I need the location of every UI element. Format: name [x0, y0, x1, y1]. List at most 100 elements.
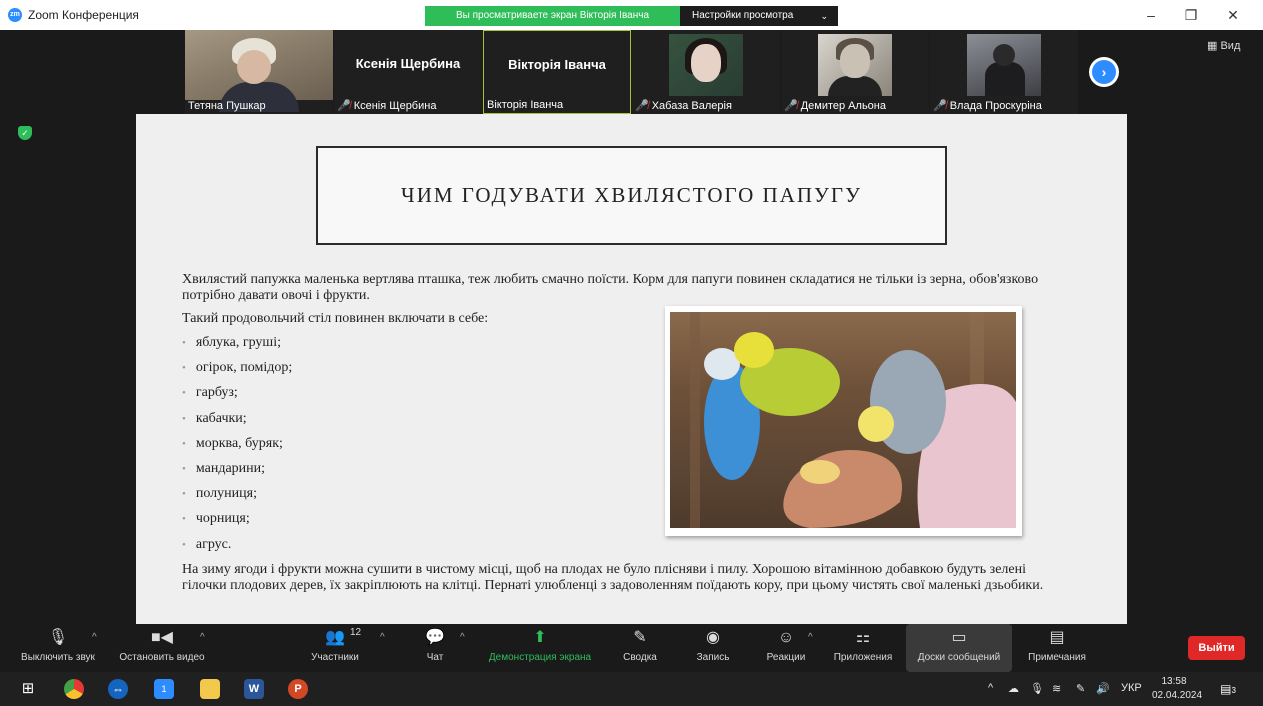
participant-tile[interactable]: Ксенія Щербина 🎤̸ Ксенія Щербина	[334, 30, 482, 114]
windows-taskbar: ⊞ ⇔ 1 W P ^ ☁ 🎙 ≋ ✎ 🔊 УКР 13:58 02.04.20…	[0, 672, 1263, 706]
zoom-logo-icon: zm	[8, 8, 22, 22]
chat-button[interactable]: 💬 Чат	[415, 624, 455, 672]
list-item: • чорниця;	[182, 511, 250, 527]
participant-label: Вікторія Іванча	[487, 99, 564, 111]
participant-video	[185, 30, 333, 112]
participant-label: 🎤̸ Ксенія Щербина	[337, 100, 437, 112]
share-screen-button[interactable]: ⬆ Демонстрация экрана	[482, 624, 598, 672]
grid-icon: ▦	[1207, 40, 1218, 52]
pen-icon[interactable]: ✎	[1076, 682, 1085, 695]
participant-label: Тетяна Пушкар	[188, 100, 266, 112]
next-page-button[interactable]: ›	[1089, 57, 1119, 87]
record-icon: ◉	[706, 629, 720, 646]
notifications-icon[interactable]: ▤3	[1218, 679, 1238, 699]
list-item: • яблука, груші;	[182, 335, 281, 350]
meeting-toolbar: 🎙 Выключить звук ^ ■◀ Остановить видео ^…	[0, 624, 1263, 672]
participant-avatar	[669, 34, 743, 96]
parrots-illustration	[690, 312, 1016, 528]
list-item: • мандарини;	[182, 460, 266, 476]
document-title-box: ЧИМ ГОДУВАТИ ХВИЛЯСТОГО ПАПУГУ	[316, 146, 947, 245]
shared-screen: ЧИМ ГОДУВАТИ ХВИЛЯСТОГО ПАПУГУ Хвилястий…	[136, 114, 1127, 624]
notes-button[interactable]: ▤ Примечания	[1020, 624, 1094, 672]
screen-share-banner: Вы просматриваете экран Вікторія Іванча	[425, 6, 680, 26]
word-icon[interactable]: W	[244, 679, 264, 699]
participant-tile[interactable]: 🎤̸ Хабаза Валерія	[632, 30, 780, 114]
list-item: • кабачки;	[182, 410, 247, 426]
document-intro: Хвилястий папужка маленька вертлява пташ…	[182, 272, 1039, 303]
system-clock[interactable]: 13:58 02.04.2024	[1152, 675, 1203, 703]
chevron-up-icon[interactable]: ^	[380, 632, 385, 643]
record-button[interactable]: ◉ Запись	[688, 624, 738, 672]
document-outro: На зиму ягоди і фрукти можна сушити в чи…	[182, 562, 1044, 593]
parrots-photo	[670, 312, 1016, 528]
list-item: • агрус.	[182, 536, 232, 552]
chrome-icon[interactable]	[64, 679, 84, 699]
wifi-icon[interactable]: ≋	[1052, 682, 1061, 695]
app-title: Zoom Конференция	[28, 8, 139, 22]
language-indicator[interactable]: УКР	[1121, 682, 1142, 694]
food-list: • яблука, груші; • огірок, помідор; • гарбу…	[182, 334, 292, 561]
view-settings-label: Настройки просмотра	[692, 10, 794, 21]
list-item: • полуниця;	[182, 486, 257, 502]
maximize-button[interactable]: ❐	[1176, 4, 1206, 26]
whiteboards-button[interactable]: ▭ Доски сообщений	[906, 624, 1012, 672]
list-item: • огірок, помідор;	[182, 360, 293, 376]
mic-muted-icon: 🎤̸	[784, 100, 798, 112]
reactions-button[interactable]: ☺ Реакции	[760, 624, 812, 672]
chevron-up-icon[interactable]: ^	[988, 682, 993, 694]
apps-button[interactable]: ⚏ Приложения	[826, 624, 900, 672]
teamviewer-icon[interactable]: ⇔	[108, 679, 128, 699]
clock-date: 02.04.2024	[1152, 690, 1203, 701]
video-camera-icon: ■◀	[151, 629, 173, 646]
security-shield-icon[interactable]: ✓	[18, 126, 32, 140]
participant-name: Ксенія Щербина	[355, 56, 461, 71]
file-explorer-icon[interactable]	[200, 679, 220, 699]
whiteboard-icon: ▭	[951, 629, 967, 646]
zoom-taskbar-icon[interactable]: 1	[154, 679, 174, 699]
chevron-right-icon: ›	[1092, 60, 1116, 84]
chevron-up-icon[interactable]: ^	[808, 632, 813, 643]
participant-tile[interactable]: Тетяна Пушкар	[185, 30, 333, 114]
minimize-button[interactable]: –	[1136, 4, 1166, 26]
close-button[interactable]: ✕	[1218, 4, 1248, 26]
mic-muted-icon: 🎤̸	[933, 100, 947, 112]
view-button[interactable]: ▦ Вид	[1207, 39, 1240, 52]
microphone-icon[interactable]: 🎙	[1030, 682, 1044, 695]
apps-icon: ⚏	[855, 629, 871, 646]
powerpoint-icon[interactable]: P	[288, 679, 308, 699]
chevron-down-icon: ⌄	[820, 11, 828, 21]
participants-count: 12	[350, 627, 362, 638]
window-title-bar: zm Zoom Конференция Вы просматриваете эк…	[0, 0, 1263, 30]
meeting-area: Тетяна Пушкар Ксенія Щербина 🎤̸ Ксенія Ще…	[0, 30, 1263, 624]
network-icon[interactable]: ☁	[1008, 682, 1019, 695]
summary-icon: ✎	[633, 629, 647, 646]
mic-muted-icon: 🎤̸	[337, 100, 351, 112]
notes-icon: ▤	[1049, 629, 1065, 646]
list-item: • гарбуз;	[182, 385, 238, 401]
windows-start-icon[interactable]: ⊞	[18, 679, 38, 699]
participant-tile[interactable]: 🎤̸ Влада Проскуріна	[930, 30, 1078, 114]
participant-label: 🎤̸ Влада Проскуріна	[933, 100, 1042, 112]
participant-tile[interactable]: 🎤̸ Демитер Альона	[781, 30, 929, 114]
chevron-up-icon[interactable]: ^	[200, 632, 205, 643]
document-list-intro: Такий продовольчий стіл повинен включати…	[182, 311, 489, 326]
chevron-up-icon[interactable]: ^	[460, 632, 465, 643]
clock-time: 13:58	[1161, 676, 1187, 687]
leave-meeting-button[interactable]: Выйти	[1188, 636, 1245, 660]
list-item: • морква, буряк;	[182, 435, 283, 451]
summary-button[interactable]: ✎ Сводка	[616, 624, 664, 672]
participant-strip: Тетяна Пушкар Ксенія Щербина 🎤̸ Ксенія Ще…	[185, 30, 1078, 114]
participant-avatar	[818, 34, 892, 96]
participant-avatar	[967, 34, 1041, 96]
participant-label: 🎤̸ Хабаза Валерія	[635, 100, 732, 112]
participant-name: Вікторія Іванча	[508, 57, 606, 72]
chevron-up-icon[interactable]: ^	[92, 632, 97, 643]
volume-icon[interactable]: 🔊	[1096, 682, 1110, 695]
participant-tile-active[interactable]: Вікторія Іванча Вікторія Іванча	[483, 30, 631, 114]
document-title: ЧИМ ГОДУВАТИ ХВИЛЯСТОГО ПАПУГУ	[401, 183, 862, 207]
view-settings-dropdown[interactable]: Настройки просмотра ⌄	[680, 6, 838, 26]
stop-video-button[interactable]: ■◀ Остановить видео	[110, 624, 214, 672]
share-screen-icon: ⬆	[533, 629, 547, 646]
chat-bubble-icon: 💬	[425, 629, 445, 646]
parrots-photo-frame	[665, 306, 1022, 536]
